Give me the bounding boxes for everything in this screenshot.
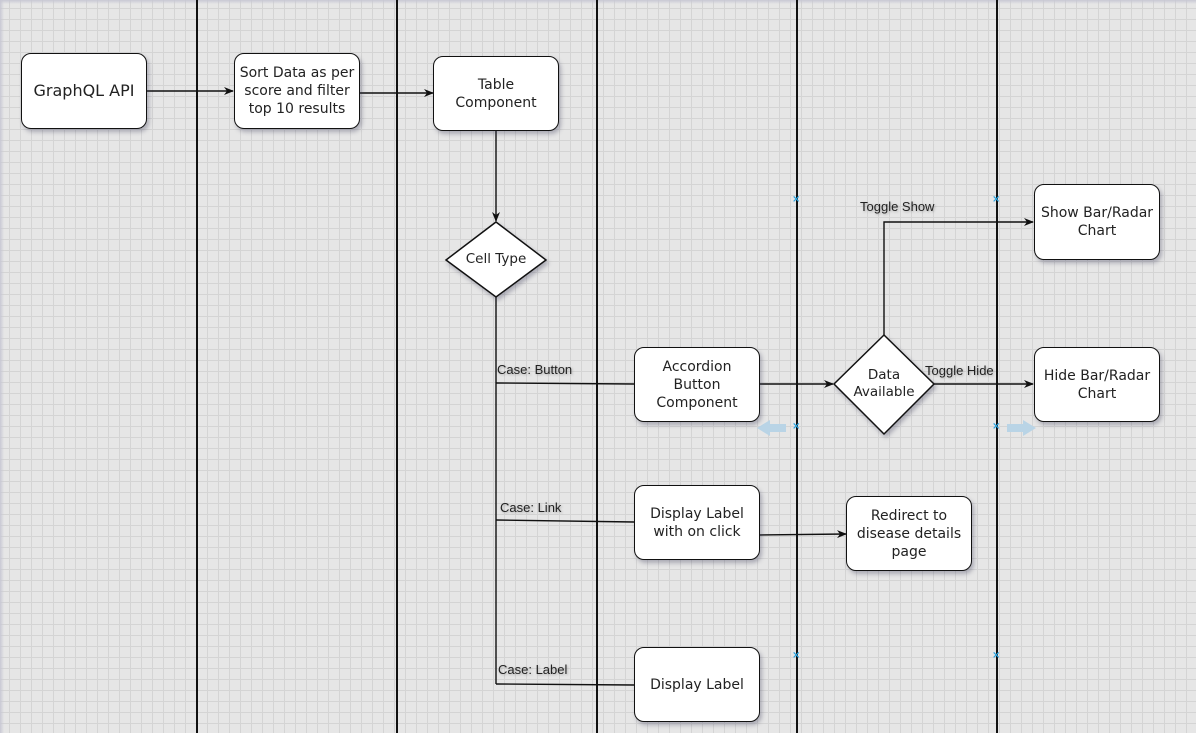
handle-x-icon[interactable]: ×	[992, 650, 1000, 661]
node-label: Redirect to disease details page	[856, 507, 962, 560]
node-label: Display Label with on click	[650, 505, 744, 540]
node-label: Display Label	[650, 676, 744, 693]
handle-x-icon[interactable]: ×	[992, 194, 1000, 205]
handle-x-icon[interactable]: ×	[792, 421, 800, 432]
node-label: Table Component	[455, 76, 537, 111]
data-available-label: Data Available	[853, 367, 915, 400]
cell-type-label: Cell Type	[465, 251, 527, 267]
move-right-arrow-icon[interactable]	[1007, 420, 1036, 436]
handle-x-icon[interactable]: ×	[992, 421, 1000, 432]
node-label: GraphQL API	[33, 81, 135, 100]
node-label: Hide Bar/Radar Chart	[1043, 367, 1151, 402]
redirect-node[interactable]: Redirect to disease details page	[846, 496, 972, 571]
case-label-label[interactable]: Case: Label	[498, 662, 567, 677]
edge-case-button[interactable]	[495, 382, 635, 385]
hide-chart-node[interactable]: Hide Bar/Radar Chart	[1034, 347, 1160, 422]
handle-x-icon[interactable]: ×	[792, 650, 800, 661]
graphql-api-node[interactable]: GraphQL API	[21, 53, 147, 129]
table-component-node[interactable]: Table Component	[433, 56, 559, 131]
handle-x-icon[interactable]: ×	[792, 194, 800, 205]
node-label: Accordion Button Component	[656, 358, 738, 411]
edge-case-label[interactable]	[495, 683, 635, 686]
toggle-show-label[interactable]: Toggle Show	[860, 199, 934, 214]
show-chart-node[interactable]: Show Bar/Radar Chart	[1034, 184, 1160, 260]
sort-data-node[interactable]: Sort Data as per score and filter top 10…	[234, 53, 360, 129]
case-button-label[interactable]: Case: Button	[497, 362, 572, 377]
edge-link-to-redirect[interactable]	[758, 530, 847, 539]
node-label: Sort Data as per score and filter top 10…	[239, 65, 355, 117]
toggle-hide-label[interactable]: Toggle Hide	[925, 363, 994, 378]
display-label-node[interactable]: Display Label	[634, 647, 760, 722]
connectors-layer	[147, 87, 1036, 686]
move-left-arrow-icon[interactable]	[757, 420, 786, 436]
case-link-label[interactable]: Case: Link	[500, 500, 561, 515]
edge-case-link[interactable]	[495, 519, 635, 523]
edge-toggle-show[interactable]	[883, 218, 1034, 335]
node-label: Show Bar/Radar Chart	[1040, 205, 1154, 239]
display-label-click-node[interactable]: Display Label with on click	[634, 485, 760, 560]
accordion-button-node[interactable]: Accordion Button Component	[634, 347, 760, 422]
